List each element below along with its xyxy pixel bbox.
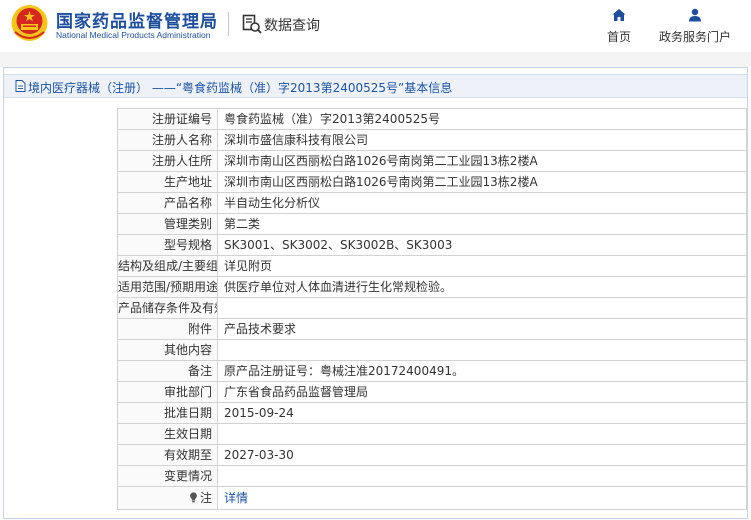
row-label: 备注	[117, 360, 218, 382]
row-value: 供医疗单位对人体血清进行生化常规检验。	[217, 276, 747, 298]
row-value: SK3001、SK3002、SK3002B、SK3003	[217, 234, 747, 256]
row-label: 批准日期	[117, 402, 218, 424]
home-icon	[612, 9, 626, 21]
document-icon	[15, 80, 26, 92]
note-label: 注	[199, 491, 212, 505]
nav-home-label: 首页	[606, 30, 631, 44]
table-row: 型号规格 SK3001、SK3002、SK3002B、SK3003	[117, 234, 747, 256]
row-label: 注册证编号	[117, 108, 218, 130]
table-row: 附件 产品技术要求	[117, 318, 747, 340]
site-title-english: National Medical Products Administration	[56, 30, 211, 40]
row-label: 管理类别	[117, 213, 218, 235]
row-value: 深圳市盛信康科技有限公司	[217, 129, 747, 151]
row-label: 生产地址	[117, 171, 218, 193]
row-value	[217, 423, 747, 445]
header-divider	[228, 12, 229, 36]
data-query-icon[interactable]	[242, 14, 262, 34]
table-row: 备注 原产品注册证号：粤械注准20172400491。	[117, 360, 747, 382]
lightbulb-icon	[190, 492, 197, 503]
row-value: 深圳市南山区西丽松白路1026号南岗第二工业园13栋2楼A	[217, 150, 747, 172]
row-value	[217, 339, 747, 361]
row-value: 2027-03-30	[217, 444, 747, 466]
row-value: 产品技术要求	[217, 318, 747, 340]
row-value: 2015-09-24	[217, 402, 747, 424]
row-label: 生效日期	[117, 423, 218, 445]
table-row: 审批部门 广东省食品药品监督管理局	[117, 381, 747, 403]
table-row: 批准日期 2015-09-24	[117, 402, 747, 424]
table-row: 注册人名称 深圳市盛信康科技有限公司	[117, 129, 747, 151]
row-label: 注	[117, 486, 218, 510]
site-title[interactable]: 国家药品监督管理局	[56, 7, 218, 32]
table-row: 其他内容	[117, 339, 747, 361]
row-value	[217, 465, 747, 487]
table-row: 注册人住所 深圳市南山区西丽松白路1026号南岗第二工业园13栋2楼A	[117, 150, 747, 172]
details-link[interactable]: 详情	[224, 491, 248, 505]
table-row: 产品储存条件及有效期	[117, 297, 747, 319]
row-label: 其他内容	[117, 339, 218, 361]
row-value: 深圳市南山区西丽松白路1026号南岗第二工业园13栋2楼A	[217, 171, 747, 193]
header-separator-band	[0, 52, 751, 67]
row-label: 变更情况	[117, 465, 218, 487]
row-value: 半自动生化分析仪	[217, 192, 747, 214]
row-label: 有效期至	[117, 444, 218, 466]
row-value: 广东省食品药品监督管理局	[217, 381, 747, 403]
row-label: 注册人住所	[117, 150, 218, 172]
table-row: 生效日期	[117, 423, 747, 445]
row-label: 型号规格	[117, 234, 218, 256]
table-row: 管理类别 第二类	[117, 213, 747, 235]
table-row: 有效期至 2027-03-30	[117, 444, 747, 466]
row-label: 适用范围/预期用途	[117, 276, 218, 298]
row-value	[217, 297, 747, 319]
table-row: 结构及组成/主要组成成分详见附页	[117, 255, 747, 277]
table-row: 生产地址 深圳市南山区西丽松白路1026号南岗第二工业园13栋2楼A	[117, 171, 747, 193]
nav-gov-service-portal[interactable]: 政务服务门户	[656, 8, 734, 48]
table-row-note: 注 详情	[117, 486, 747, 510]
device-info-panel: 境内医疗器械（注册） ——“粤食药监械（准）字2013第2400525号”基本信…	[3, 67, 748, 519]
row-label: 结构及组成/主要组成成分	[117, 255, 218, 277]
nav-home[interactable]: 首页	[598, 8, 640, 48]
user-icon	[689, 8, 701, 22]
row-value: 第二类	[217, 213, 747, 235]
row-value: 详情	[217, 486, 747, 510]
row-value: 原产品注册证号：粤械注准20172400491。	[217, 360, 747, 382]
row-label: 审批部门	[117, 381, 218, 403]
device-info-table: 注册证编号 粤食药监械（准）字2013第2400525号 注册人名称 深圳市盛信康科技…	[117, 108, 747, 510]
row-label: 注册人名称	[117, 129, 218, 151]
row-value: 粤食药监械（准）字2013第2400525号	[217, 108, 747, 130]
panel-title-bar: 境内医疗器械（注册） ——“粤食药监械（准）字2013第2400525号”基本信…	[4, 74, 747, 98]
site-header: 国家药品监督管理局 National Medical Products Admi…	[0, 0, 751, 52]
row-label: 附件	[117, 318, 218, 340]
table-row: 变更情况	[117, 465, 747, 487]
national-emblem-icon	[11, 5, 48, 41]
table-row: 适用范围/预期用途 供医疗单位对人体血清进行生化常规检验。	[117, 276, 747, 298]
panel-title: 境内医疗器械（注册） ——“粤食药监械（准）字2013第2400525号”基本信…	[28, 81, 453, 95]
table-row: 产品名称 半自动生化分析仪	[117, 192, 747, 214]
nav-gov-label: 政务服务门户	[658, 30, 731, 44]
row-value: 详见附页	[217, 255, 747, 277]
table-row: 注册证编号 粤食药监械（准）字2013第2400525号	[117, 108, 747, 130]
data-query-link[interactable]: 数据查询	[264, 15, 320, 35]
row-label: 产品名称	[117, 192, 218, 214]
row-label: 产品储存条件及有效期	[117, 297, 218, 319]
